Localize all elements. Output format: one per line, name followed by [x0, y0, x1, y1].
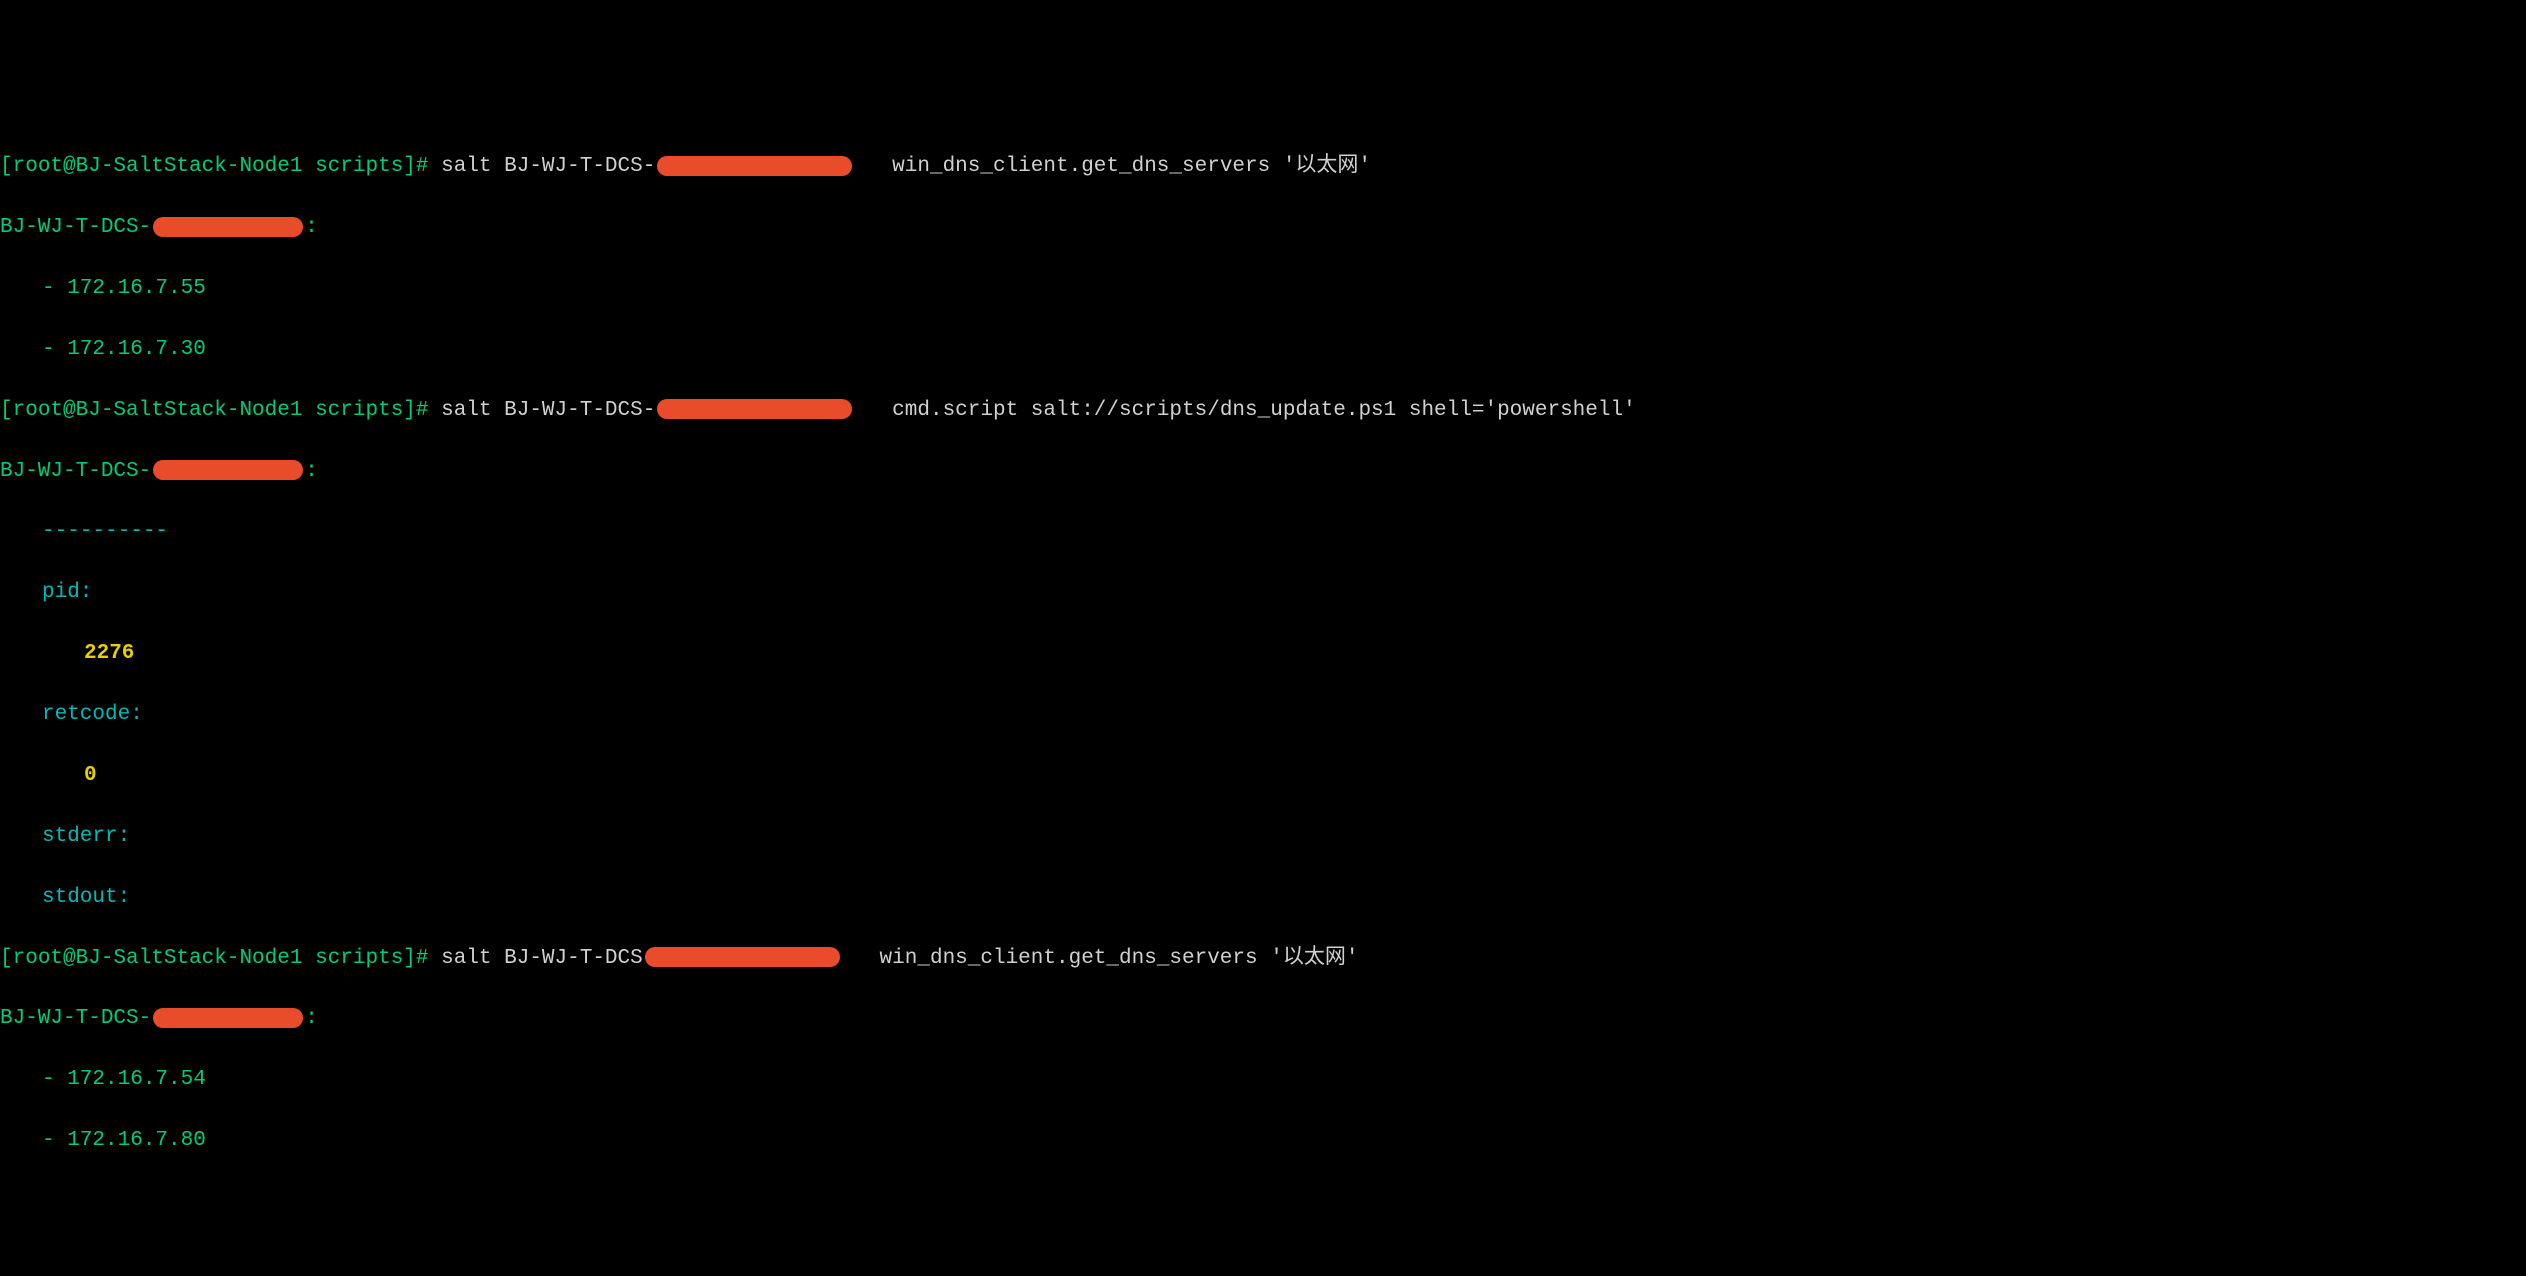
minion-id-line: BJ-WJ-T-DCS-:: [0, 457, 2526, 487]
prompt-userhost: root@BJ-SaltStack-Node1: [13, 155, 303, 178]
dns-server-item: - 172.16.7.55: [0, 274, 2526, 304]
command-line-2: [root@BJ-SaltStack-Node1 scripts]# salt …: [0, 396, 2526, 426]
prompt-userhost: root@BJ-SaltStack-Node1: [13, 399, 303, 422]
prompt-space: [302, 947, 315, 970]
result-key-pid: pid:: [0, 578, 2526, 608]
command-text: salt BJ-WJ-T-DCS: [441, 947, 643, 970]
result-value-pid: 2276: [0, 639, 2526, 669]
dns-server-item: - 172.16.7.30: [0, 335, 2526, 365]
prompt-bracket-open: [: [0, 947, 13, 970]
command-text: salt BJ-WJ-T-DCS-: [441, 155, 655, 178]
minion-name: BJ-WJ-T-DCS-: [0, 460, 151, 483]
prompt-bracket-close: ]#: [403, 399, 441, 422]
result-key-stdout: stdout:: [0, 883, 2526, 913]
prompt-bracket-open: [: [0, 399, 13, 422]
minion-name: BJ-WJ-T-DCS-: [0, 216, 151, 239]
result-separator: ----------: [0, 517, 2526, 547]
command-line-1: [root@BJ-SaltStack-Node1 scripts]# salt …: [0, 152, 2526, 182]
minion-id-line: BJ-WJ-T-DCS-:: [0, 213, 2526, 243]
prompt-space: [302, 399, 315, 422]
minion-name: BJ-WJ-T-DCS-: [0, 1007, 151, 1030]
redacted-mark: [153, 1008, 303, 1028]
command-text: win_dns_client.get_dns_servers '以太网': [842, 947, 1359, 970]
prompt-path: scripts: [315, 155, 403, 178]
prompt-space: [302, 155, 315, 178]
command-text: salt BJ-WJ-T-DCS-: [441, 399, 655, 422]
terminal-output: [root@BJ-SaltStack-Node1 scripts]# salt …: [0, 122, 2526, 1187]
redacted-mark: [645, 947, 840, 967]
redacted-mark: [153, 217, 303, 237]
minion-id-line: BJ-WJ-T-DCS-:: [0, 1004, 2526, 1034]
prompt-bracket-close: ]#: [403, 947, 441, 970]
prompt-path: scripts: [315, 399, 403, 422]
prompt-path: scripts: [315, 947, 403, 970]
redacted-mark: [153, 460, 303, 480]
command-line-3: [root@BJ-SaltStack-Node1 scripts]# salt …: [0, 944, 2526, 974]
redacted-mark: [657, 156, 852, 176]
colon: :: [305, 1007, 318, 1030]
result-value-retcode: 0: [0, 761, 2526, 791]
dns-server-item: - 172.16.7.54: [0, 1065, 2526, 1095]
prompt-bracket-open: [: [0, 155, 13, 178]
result-key-stderr: stderr:: [0, 822, 2526, 852]
prompt-userhost: root@BJ-SaltStack-Node1: [13, 947, 303, 970]
colon: :: [305, 216, 318, 239]
redacted-mark: [657, 399, 852, 419]
dns-server-item: - 172.16.7.80: [0, 1126, 2526, 1156]
command-text: cmd.script salt://scripts/dns_update.ps1…: [854, 399, 1635, 422]
command-text: win_dns_client.get_dns_servers '以太网': [854, 155, 1371, 178]
prompt-bracket-close: ]#: [403, 155, 441, 178]
result-key-retcode: retcode:: [0, 700, 2526, 730]
colon: :: [305, 460, 318, 483]
